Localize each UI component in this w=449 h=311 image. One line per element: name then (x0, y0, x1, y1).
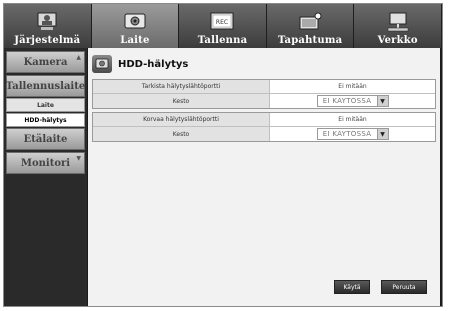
tab-verkko-label: Verkko (377, 35, 418, 46)
collapse-arrow-icon: ▼ (76, 155, 81, 162)
sidebar-item-monitori-label: Monitori (20, 157, 71, 169)
tab-tapahtuma[interactable]: Tapahtuma (266, 4, 355, 48)
tab-tapahtuma-label: Tapahtuma (277, 35, 343, 46)
settings-row: Tarkista hälytyslähtöportti Ei mitään (93, 80, 435, 94)
top-menu-bar: Järjestelmä Laite REC Tallenna Tapahtuma… (4, 4, 442, 48)
record-badge-text: REC (216, 19, 228, 26)
replace-alarm-output-label: Korvaa hälytyslähtöportti (93, 113, 270, 126)
check-duration-select[interactable]: EI KÄYTÖSSÄ ▼ (316, 95, 389, 107)
replace-alarm-output-text: Ei mitään (338, 116, 367, 123)
tab-laite[interactable]: Laite (91, 4, 180, 48)
content-panel: HDD-hälytys Tarkista hälytyslähtöportti … (88, 48, 440, 306)
sidebar: Kamera ▲ Tallennuslaite Laite HDD-hälyty… (4, 48, 87, 306)
network-icon (387, 12, 408, 32)
content-header: HDD-hälytys (92, 53, 188, 75)
sidebar-item-tallennuslaite-label: Tallennuslaite (5, 80, 86, 92)
device-icon (92, 55, 112, 73)
device-icon (124, 13, 146, 29)
sidebar-item-etalaite[interactable]: Etälaite (6, 128, 85, 150)
sidebar-subitem-hdd-halytys-label: HDD-hälytys (24, 116, 67, 124)
settings-row: Kesto EI KÄYTÖSSÄ ▼ (93, 94, 435, 108)
cancel-button[interactable]: Peruuta (381, 280, 427, 294)
sidebar-subitem-laite-label: Laite (37, 101, 54, 109)
dvr-settings-window: Järjestelmä Laite REC Tallenna Tapahtuma… (3, 3, 443, 307)
screen-frame: Järjestelmä Laite REC Tallenna Tapahtuma… (0, 0, 449, 311)
sidebar-item-kamera-label: Kamera (23, 56, 68, 68)
check-alarm-output-label: Tarkista hälytyslähtöportti (93, 80, 270, 93)
collapse-arrow-icon: ▲ (76, 54, 81, 61)
replace-duration-label: Kesto (93, 127, 270, 141)
tab-tallenna-label: Tallenna (197, 35, 248, 46)
replace-duration-select[interactable]: EI KÄYTÖSSÄ ▼ (316, 128, 389, 140)
check-alarm-output-value[interactable]: Ei mitään (270, 80, 435, 93)
replace-duration-cell: EI KÄYTÖSSÄ ▼ (270, 127, 435, 141)
check-alarm-group: Tarkista hälytyslähtöportti Ei mitään Ke… (92, 79, 436, 109)
tab-jarjestelma[interactable]: Järjestelmä (4, 4, 92, 48)
replace-duration-value: EI KÄYTÖSSÄ (322, 130, 372, 138)
record-icon: REC (210, 12, 234, 30)
tab-jarjestelma-label: Järjestelmä (14, 35, 81, 46)
settings-row: Kesto EI KÄYTÖSSÄ ▼ (93, 127, 435, 141)
check-duration-cell: EI KÄYTÖSSÄ ▼ (270, 94, 435, 108)
tab-verkko[interactable]: Verkko (354, 4, 442, 48)
tab-laite-label: Laite (120, 35, 150, 46)
event-icon (299, 12, 322, 30)
replace-alarm-group: Korvaa hälytyslähtöportti Ei mitään Kest… (92, 112, 436, 142)
check-alarm-output-text: Ei mitään (338, 83, 367, 90)
settings-row: Korvaa hälytyslähtöportti Ei mitään (93, 113, 435, 127)
sidebar-item-kamera[interactable]: Kamera ▲ (6, 51, 85, 73)
sidebar-item-tallennuslaite[interactable]: Tallennuslaite (6, 75, 85, 97)
check-duration-label: Kesto (93, 94, 270, 108)
tab-tallenna[interactable]: REC Tallenna (179, 4, 267, 48)
dropdown-arrow-icon[interactable]: ▼ (376, 96, 388, 106)
sidebar-subitem-hdd-halytys[interactable]: HDD-hälytys (6, 113, 85, 127)
sidebar-subitem-laite[interactable]: Laite (6, 98, 85, 112)
dropdown-arrow-icon[interactable]: ▼ (376, 129, 388, 139)
sidebar-item-monitori[interactable]: Monitori ▼ (6, 152, 85, 174)
sidebar-item-etalaite-label: Etälaite (23, 133, 68, 145)
check-duration-value: EI KÄYTÖSSÄ (322, 97, 372, 105)
system-icon (37, 12, 57, 30)
replace-alarm-output-value[interactable]: Ei mitään (270, 113, 435, 126)
apply-button[interactable]: Käytä (334, 280, 370, 294)
page-title: HDD-hälytys (118, 58, 189, 70)
